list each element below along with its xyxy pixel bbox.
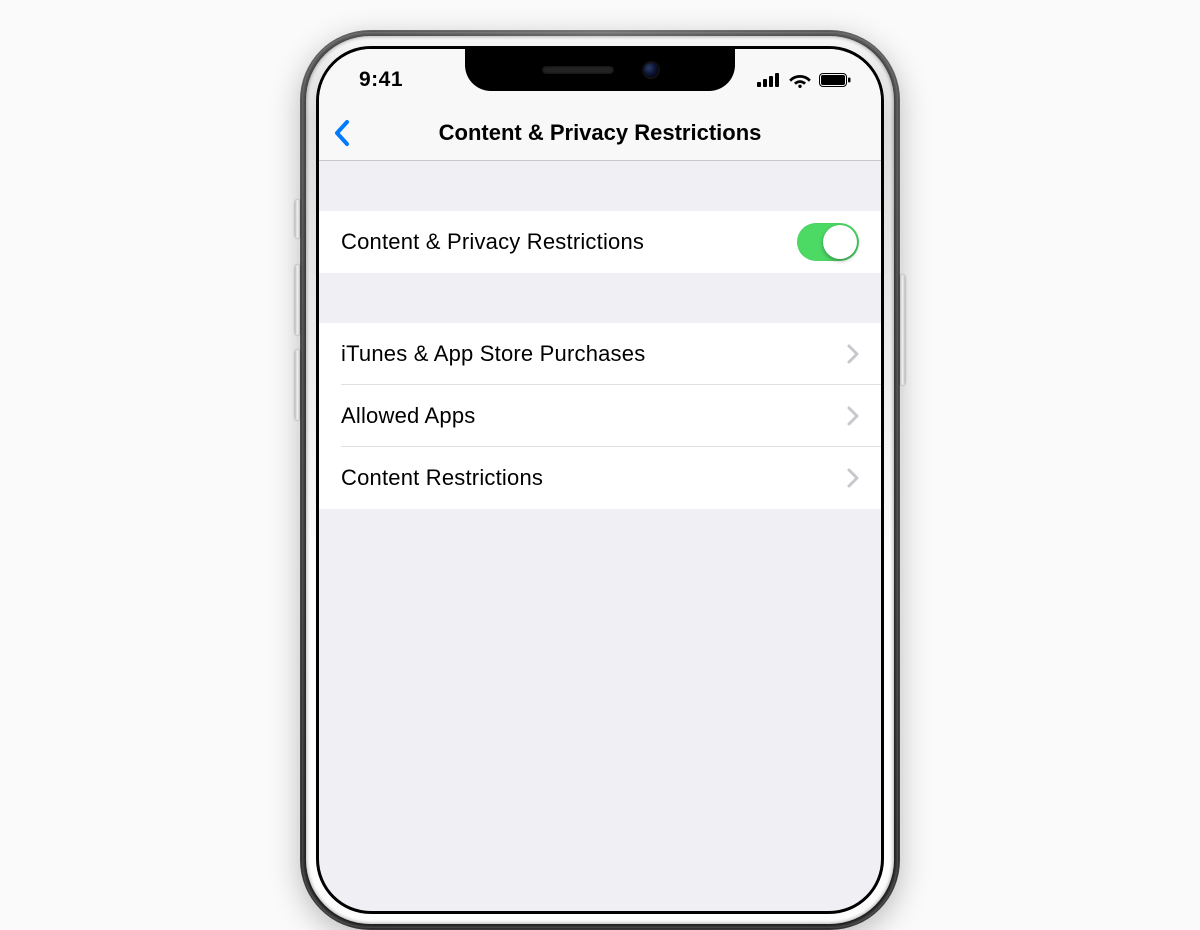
content-privacy-switch[interactable] (797, 223, 859, 261)
front-camera (644, 63, 658, 77)
status-indicators (757, 72, 851, 88)
back-button[interactable] (333, 119, 351, 147)
itunes-appstore-purchases-row[interactable]: iTunes & App Store Purchases (319, 323, 881, 385)
side-button (900, 275, 905, 385)
nav-title: Content & Privacy Restrictions (319, 120, 881, 146)
chevron-right-icon (847, 344, 859, 364)
volume-up-button (295, 265, 300, 335)
chevron-right-icon (847, 406, 859, 426)
cell-label: Allowed Apps (341, 403, 476, 429)
settings-group: iTunes & App Store Purchases Allowed App… (319, 323, 881, 509)
battery-icon (819, 73, 851, 87)
mute-switch (295, 200, 300, 238)
volume-down-button (295, 350, 300, 420)
status-time: 9:41 (359, 68, 403, 92)
cellular-signal-icon (757, 73, 781, 87)
cell-label: iTunes & App Store Purchases (341, 341, 645, 367)
notch (465, 49, 735, 91)
chevron-right-icon (847, 468, 859, 488)
section-gap (319, 273, 881, 323)
toggle-group: Content & Privacy Restrictions (319, 211, 881, 273)
chevron-left-icon (333, 119, 351, 147)
section-gap (319, 161, 881, 211)
wifi-icon (789, 72, 811, 88)
content-privacy-toggle-row[interactable]: Content & Privacy Restrictions (319, 211, 881, 273)
screen: 9:41 (319, 49, 881, 911)
device-frame: 9:41 (300, 30, 900, 930)
cell-label: Content Restrictions (341, 465, 543, 491)
content-restrictions-row[interactable]: Content Restrictions (319, 447, 881, 509)
toggle-label: Content & Privacy Restrictions (341, 229, 644, 255)
earpiece-speaker (542, 66, 614, 74)
allowed-apps-row[interactable]: Allowed Apps (319, 385, 881, 447)
nav-bar: Content & Privacy Restrictions (319, 105, 881, 161)
